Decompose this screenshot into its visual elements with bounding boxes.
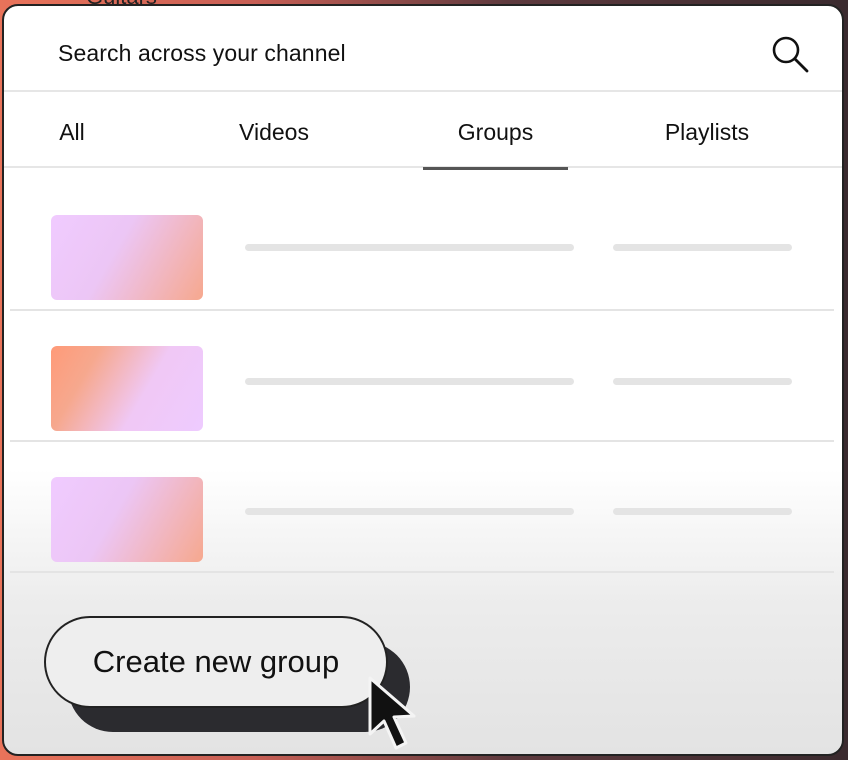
channel-search-panel: Search across your channel All Videos Gr…	[2, 4, 844, 756]
tab-all[interactable]: All	[50, 92, 94, 168]
search-input[interactable]: Search across your channel	[58, 40, 346, 67]
search-bar[interactable]: Search across your channel	[4, 6, 842, 92]
placeholder-meta-line	[613, 508, 792, 515]
group-thumbnail	[51, 215, 203, 300]
search-icon[interactable]	[770, 34, 810, 74]
tab-groups[interactable]: Groups	[423, 92, 568, 170]
placeholder-title-line	[245, 378, 574, 385]
tab-playlists[interactable]: Playlists	[651, 92, 763, 168]
pointer-cursor-icon	[368, 676, 416, 750]
create-new-group-button[interactable]: Create new group	[44, 616, 388, 708]
group-thumbnail	[51, 346, 203, 431]
placeholder-title-line	[245, 508, 574, 515]
list-item[interactable]	[10, 442, 834, 573]
placeholder-meta-line	[613, 378, 792, 385]
placeholder-title-line	[245, 244, 574, 251]
placeholder-meta-line	[613, 244, 792, 251]
tab-videos[interactable]: Videos	[230, 92, 318, 168]
list-item[interactable]	[10, 180, 834, 311]
list-item[interactable]	[10, 311, 834, 442]
group-thumbnail	[51, 477, 203, 562]
tab-bar: All Videos Groups Playlists	[4, 92, 842, 170]
